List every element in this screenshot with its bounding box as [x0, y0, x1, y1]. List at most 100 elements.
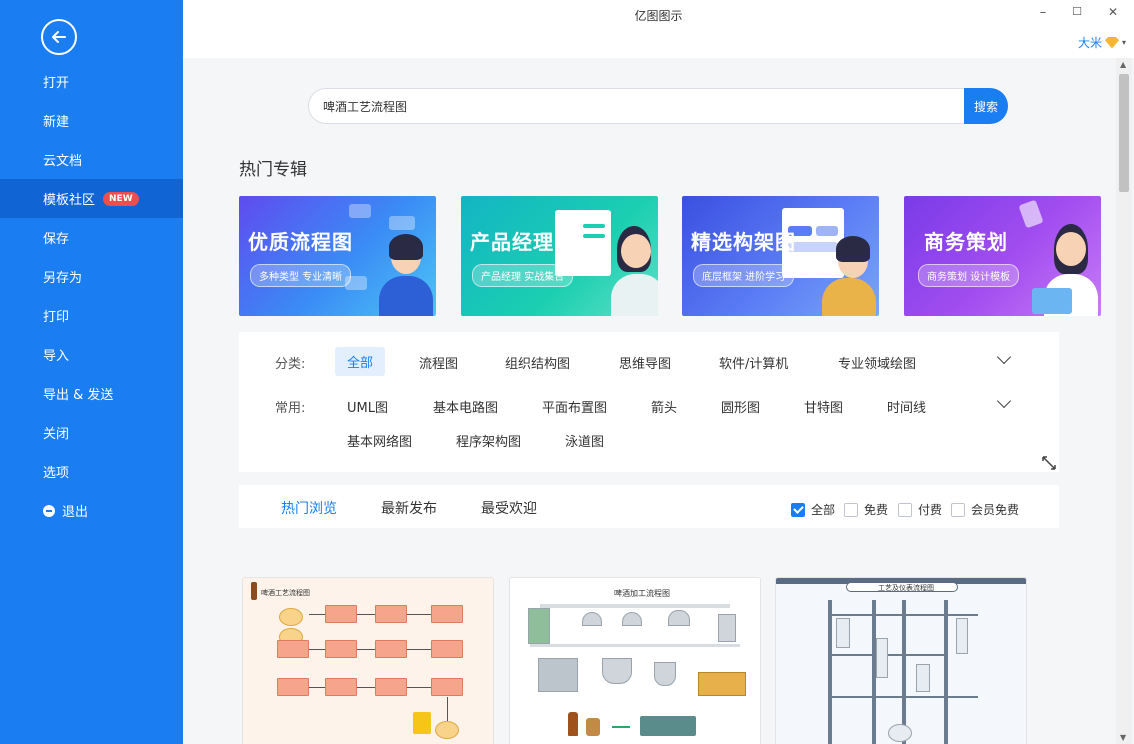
category-mind-map[interactable]: 思维导图	[619, 353, 671, 372]
sidebar-item-label: 模板社区	[43, 193, 96, 208]
flow-node	[435, 721, 459, 739]
person-illustration	[822, 278, 876, 316]
chevron-down-icon[interactable]	[996, 349, 1012, 365]
pipe-row	[828, 654, 948, 656]
banner-architecture[interactable]: 精选构架图 底层框架 进阶学习	[682, 196, 879, 316]
sidebar-item-label: 导入	[43, 349, 70, 364]
sidebar-item-import[interactable]: 导入	[0, 335, 183, 374]
fermenter-icon	[654, 662, 676, 686]
tab-hot-browse[interactable]: 热门浏览	[281, 498, 337, 518]
vertical-scrollbar[interactable]: ▲ ▼	[1116, 58, 1132, 744]
checkbox-icon[interactable]	[898, 502, 912, 517]
common-uml[interactable]: UML图	[347, 397, 388, 416]
sidebar-item-export-send[interactable]: 导出 & 发送	[0, 374, 183, 413]
filter-all-checkbox[interactable]: 全部	[791, 501, 835, 518]
tab-most-popular[interactable]: 最受欢迎	[481, 498, 537, 518]
banner-product-manager[interactable]: 产品经理 产品经理 实战集合	[461, 196, 658, 316]
banner-subtitle: 商务策划 设计模板	[918, 264, 1020, 287]
category-professional[interactable]: 专业领域绘图	[838, 353, 916, 372]
common-gantt[interactable]: 甘特图	[804, 397, 843, 416]
vessel-icon	[956, 618, 968, 654]
banner-subtitle: 产品经理 实战集合	[472, 264, 574, 287]
sidebar-item-save-as[interactable]: 另存为	[0, 257, 183, 296]
common-floor-plan[interactable]: 平面布置图	[542, 397, 607, 416]
sidebar-item-close[interactable]: 关闭	[0, 413, 183, 452]
pipe-row	[828, 696, 978, 698]
common-program-architecture[interactable]: 程序架构图	[456, 431, 521, 450]
flow-node	[277, 640, 309, 658]
template-card[interactable]: 啤酒加工流程图	[509, 577, 761, 744]
scrollbar-thumb[interactable]	[1119, 74, 1129, 192]
banner-business-planning[interactable]: 商务策划 商务策划 设计模板	[904, 196, 1101, 316]
silo-icon	[528, 608, 550, 644]
common-timeline[interactable]: 时间线	[887, 397, 926, 416]
app-title: 亿图图示	[634, 9, 683, 23]
sidebar-item-open[interactable]: 打开	[0, 62, 183, 101]
common-basic-network[interactable]: 基本网络图	[347, 431, 412, 450]
filter-paid-checkbox[interactable]: 付费	[898, 501, 942, 518]
title-bar: 亿图图示 – ☐ ✕ 大米 ▾	[183, 0, 1134, 58]
sidebar-item-template-community[interactable]: 模板社区 NEW	[0, 179, 183, 218]
filter-member-free-checkbox[interactable]: 会员免费	[951, 501, 1019, 518]
checkbox-icon[interactable]	[844, 502, 858, 517]
back-arrow-icon[interactable]	[41, 19, 77, 55]
filter-free-checkbox[interactable]: 免费	[844, 501, 888, 518]
chevron-down-icon[interactable]	[996, 393, 1012, 409]
minimize-button[interactable]: –	[1034, 5, 1052, 20]
sidebar-item-save[interactable]: 保存	[0, 218, 183, 257]
flow-connector	[357, 687, 375, 688]
scroll-down-icon[interactable]: ▼	[1120, 733, 1126, 742]
common-circle-chart[interactable]: 圆形图	[721, 397, 760, 416]
sidebar-item-label: 云文档	[43, 154, 83, 169]
sidebar-item-label: 关闭	[43, 427, 70, 442]
flow-connector	[357, 614, 375, 615]
checkbox-checked-icon[interactable]	[791, 502, 805, 517]
sidebar-item-label: 退出	[62, 505, 89, 520]
arrow-icon	[612, 726, 630, 728]
checkbox-icon[interactable]	[951, 502, 965, 517]
sidebar-item-print[interactable]: 打印	[0, 296, 183, 335]
banner-flowchart[interactable]: 优质流程图 多种类型 专业清晰	[239, 196, 436, 316]
common-basic-circuit[interactable]: 基本电路图	[433, 397, 498, 416]
expand-icon[interactable]	[1041, 455, 1057, 475]
beer-bottle-icon	[568, 712, 578, 736]
tank-icon	[718, 614, 736, 642]
vessel-icon	[888, 724, 912, 742]
search-input[interactable]	[323, 89, 963, 123]
chevron-down-icon: ▾	[1121, 38, 1126, 47]
architecture-illustration	[816, 226, 838, 236]
vessel-icon	[836, 618, 850, 648]
sidebar-item-exit[interactable]: 退出	[0, 491, 183, 530]
flow-node	[325, 678, 357, 696]
category-all[interactable]: 全部	[335, 347, 386, 376]
common-swimlane[interactable]: 泳道图	[565, 431, 604, 450]
tab-latest[interactable]: 最新发布	[381, 498, 437, 518]
banner-title: 精选构架图	[691, 230, 796, 254]
user-menu[interactable]: 大米 ▾	[1078, 34, 1126, 51]
category-org-chart[interactable]: 组织结构图	[505, 353, 570, 372]
maximize-button[interactable]: ☐	[1068, 5, 1086, 18]
category-flowchart[interactable]: 流程图	[419, 353, 458, 372]
flow-node	[325, 605, 357, 623]
flow-connector	[309, 614, 325, 615]
card-title: 啤酒工艺流程图	[261, 589, 310, 597]
hot-albums-title: 热门专辑	[239, 160, 307, 180]
sidebar-item-label: 打印	[43, 310, 70, 325]
sidebar-item-new[interactable]: 新建	[0, 101, 183, 140]
search-button[interactable]: 搜索	[964, 88, 1008, 124]
flow-node	[375, 678, 407, 696]
checkbox-label: 免费	[864, 503, 889, 517]
common-arrow[interactable]: 箭头	[651, 397, 677, 416]
beer-bottle-icon	[251, 582, 257, 600]
sidebar-item-cloud-docs[interactable]: 云文档	[0, 140, 183, 179]
category-software[interactable]: 软件/计算机	[719, 353, 788, 372]
sidebar-item-label: 打开	[43, 76, 70, 91]
banner-title: 优质流程图	[248, 230, 353, 254]
flow-connector	[407, 649, 431, 650]
template-card[interactable]: 啤酒工艺流程图	[242, 577, 494, 744]
sidebar-item-options[interactable]: 选项	[0, 452, 183, 491]
scroll-up-icon[interactable]: ▲	[1120, 60, 1126, 69]
close-button[interactable]: ✕	[1104, 5, 1122, 19]
sidebar-item-label: 另存为	[43, 271, 83, 286]
template-card[interactable]: 工艺及仪表流程图	[775, 577, 1027, 744]
